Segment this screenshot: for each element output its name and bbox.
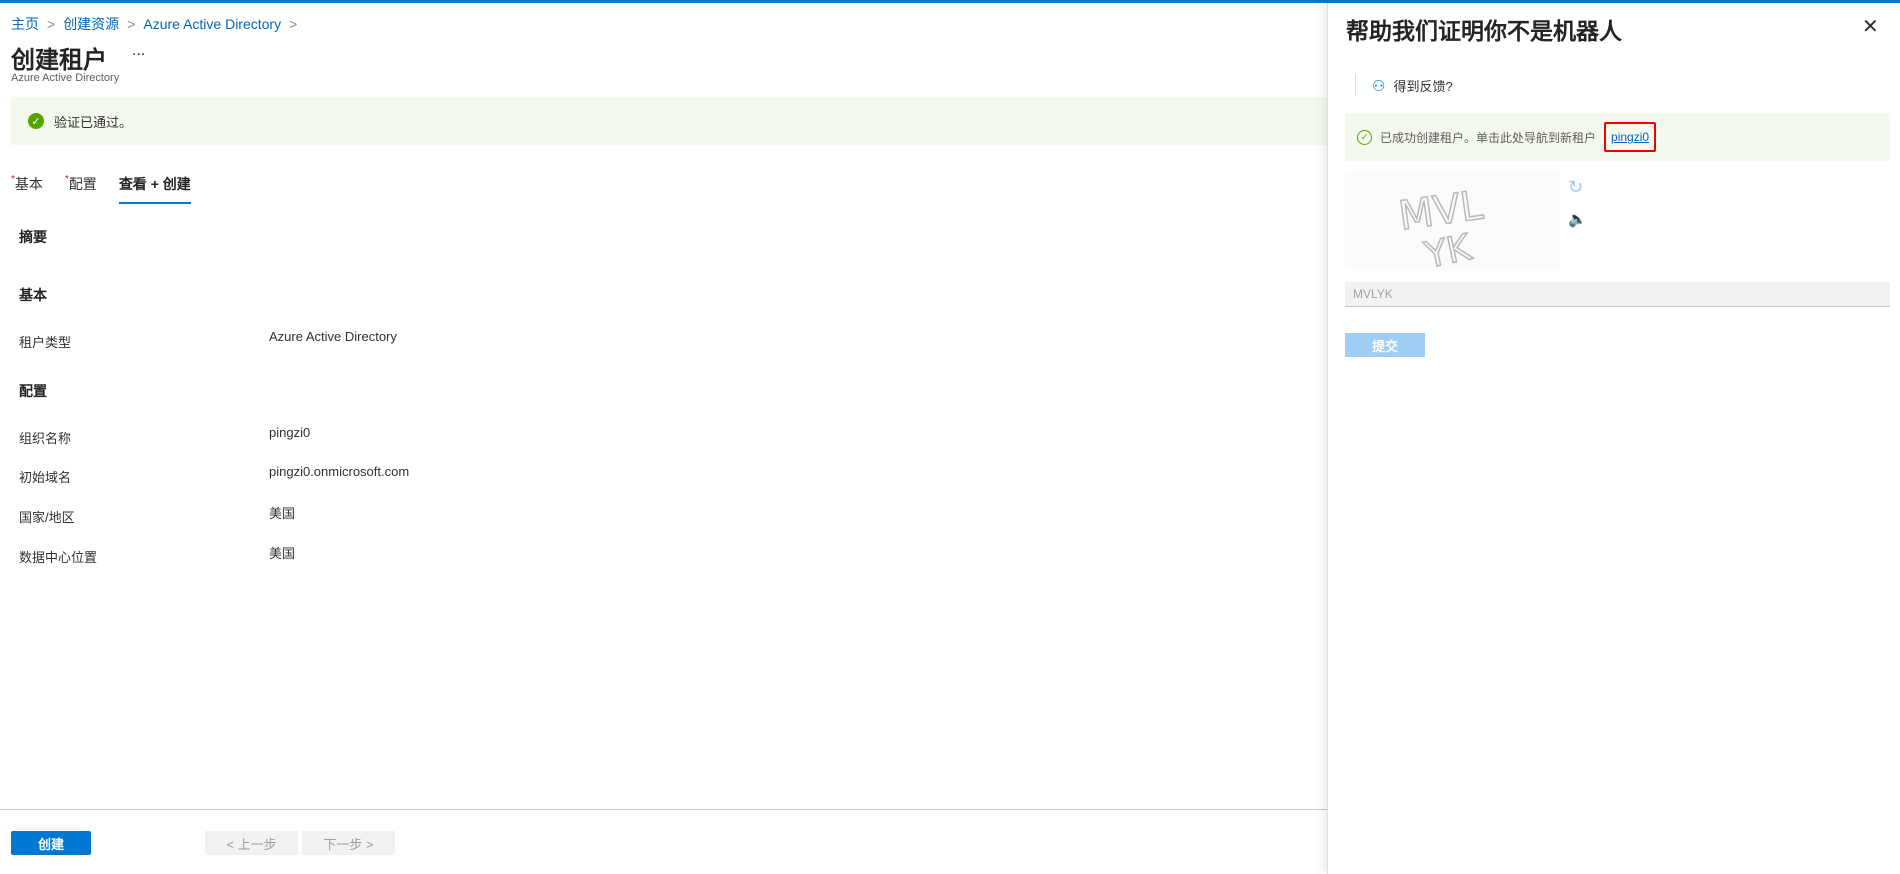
feedback-button[interactable]: ⚇ 得到反馈?: [1372, 76, 1453, 95]
validation-text: 验证已通过。: [54, 114, 133, 130]
check-circle-icon: ✓: [28, 113, 44, 129]
tab-review-create[interactable]: 查看 + 创建: [118, 174, 191, 204]
datacenter-value: 美国: [269, 546, 296, 561]
close-icon[interactable]: ✕: [1862, 14, 1879, 39]
org-name-value: pingzi0: [269, 425, 311, 440]
chevron-right-icon: >: [47, 16, 56, 32]
chevron-right-icon: >: [289, 16, 298, 32]
panel-title: 帮助我们证明你不是机器人: [1346, 18, 1622, 44]
tab-config[interactable]: *配置: [65, 174, 97, 204]
tenant-link[interactable]: pingzi0: [1604, 122, 1657, 152]
domain-value: pingzi0.onmicrosoft.com: [269, 464, 410, 479]
tab-basic[interactable]: *基本: [11, 174, 43, 204]
next-button[interactable]: 下一步 >: [302, 831, 395, 855]
submit-button[interactable]: 提交: [1345, 333, 1425, 357]
breadcrumb-home[interactable]: 主页: [11, 14, 39, 34]
feedback-person-icon: ⚇: [1372, 77, 1386, 95]
domain-label: 初始域名: [19, 470, 72, 485]
country-value: 美国: [269, 506, 296, 521]
page-title: 创建租户: [11, 47, 107, 74]
captcha-glyphs: MVL YK: [1395, 182, 1487, 278]
datacenter-label: 数据中心位置: [19, 550, 98, 565]
feedback-label: 得到反馈?: [1393, 79, 1453, 94]
create-button[interactable]: 创建: [11, 831, 91, 855]
config-heading: 配置: [19, 383, 47, 399]
breadcrumb: 主页 > 创建资源 > Azure Active Directory >: [11, 14, 297, 34]
more-options-button[interactable]: ...: [132, 42, 145, 60]
speaker-icon[interactable]: 🔈: [1568, 210, 1587, 228]
page-subtitle: Azure Active Directory: [11, 72, 120, 84]
tabs: *基本 *配置 查看 + 创建: [11, 174, 191, 204]
org-name-label: 组织名称: [19, 431, 72, 446]
refresh-icon[interactable]: ↻: [1568, 177, 1583, 198]
breadcrumb-aad[interactable]: Azure Active Directory: [143, 16, 281, 32]
tenant-type-value: Azure Active Directory: [269, 329, 397, 344]
country-label: 国家/地区: [19, 510, 75, 525]
success-banner: ✓ 已成功创建租户。单击此处导航到新租户 pingzi0: [1345, 113, 1890, 161]
success-text: 已成功创建租户。单击此处导航到新租户: [1380, 130, 1597, 145]
basic-heading: 基本: [19, 287, 47, 303]
captcha-image: MVL YK: [1345, 170, 1560, 278]
footer-divider: [0, 809, 1327, 810]
tenant-type-label: 租户类型: [19, 335, 72, 350]
summary-heading: 摘要: [19, 229, 47, 245]
previous-button[interactable]: < 上一步: [205, 831, 298, 855]
svg-text:MVL: MVL: [1396, 182, 1486, 239]
check-circle-icon: ✓: [1357, 129, 1372, 145]
chevron-right-icon: >: [127, 16, 136, 32]
validation-banner: ✓ 验证已通过。: [11, 97, 1327, 145]
captcha-input[interactable]: [1345, 282, 1890, 307]
divider: [1355, 74, 1356, 96]
breadcrumb-create-resource[interactable]: 创建资源: [63, 14, 119, 34]
